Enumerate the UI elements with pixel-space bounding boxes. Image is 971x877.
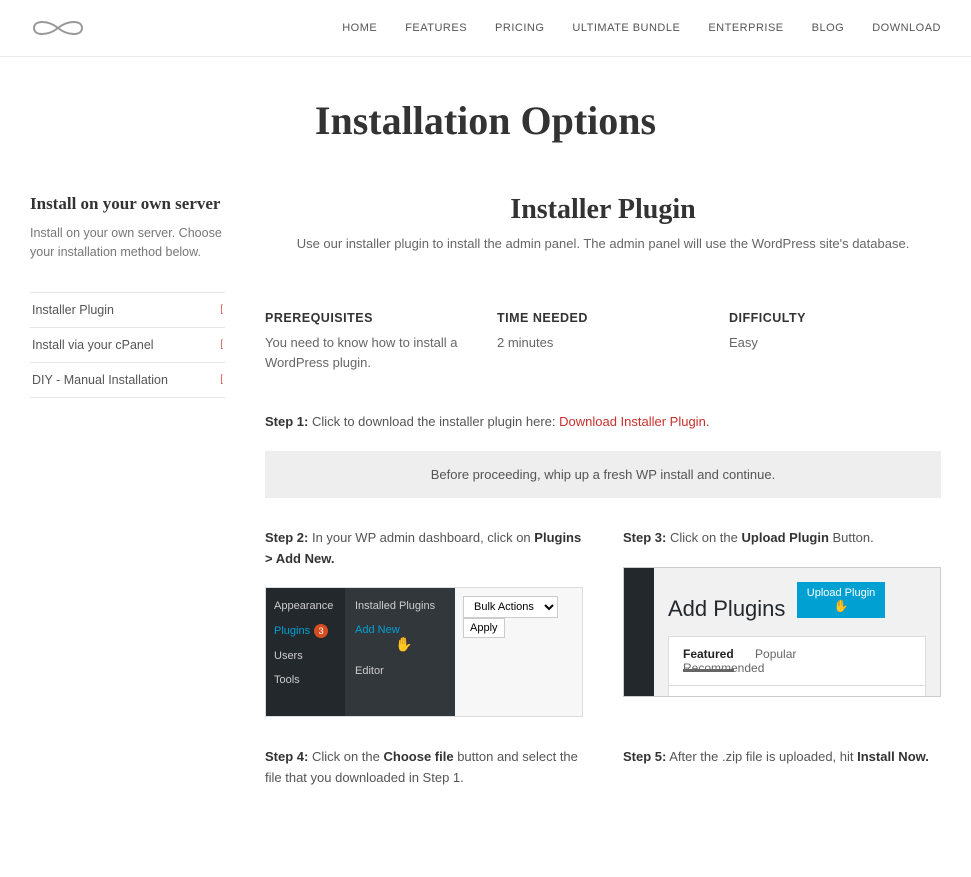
meta-heading: TIME NEEDED (497, 311, 709, 325)
chevron-right-icon: [ (220, 339, 223, 350)
sidebar-heading: Install on your own server (30, 194, 225, 214)
wp-flyout-installed: Installed Plugins (345, 594, 455, 618)
step-text: Button. (829, 530, 874, 545)
wp-admin-sidebar: Appearance Plugins3 Users Tools (266, 588, 346, 716)
step-text: Click on the (308, 749, 383, 764)
wp-admin-sidebar-collapsed (624, 568, 654, 696)
step-2: Step 2: In your WP admin dashboard, clic… (265, 528, 583, 570)
sidebar-item-label: DIY - Manual Installation (32, 373, 168, 387)
nav-features[interactable]: FEATURES (405, 22, 467, 34)
step-5: Step 5: After the .zip file is uploaded,… (623, 747, 941, 768)
meta-row: PREREQUISITES You need to know how to in… (265, 311, 941, 372)
sidebar-item-installer-plugin[interactable]: Installer Plugin [ (30, 293, 225, 328)
sidebar-list: Installer Plugin [ Install via your cPan… (30, 292, 225, 398)
step-bold: Upload Plugin (742, 530, 829, 545)
meta-heading: PREREQUISITES (265, 311, 477, 325)
step-1: Step 1: Click to download the installer … (265, 412, 941, 433)
add-plugins-heading: Add Plugins (668, 596, 785, 622)
nav-blog[interactable]: BLOG (812, 22, 845, 34)
step-label: Step 1: (265, 414, 308, 429)
top-bar: HOME FEATURES PRICING ULTIMATE BUNDLE EN… (0, 0, 971, 57)
step-label: Step 3: (623, 530, 666, 545)
step-label: Step 2: (265, 530, 308, 545)
section-title: Installer Plugin (265, 194, 941, 226)
chevron-right-icon: [ (220, 304, 223, 315)
sidebar-item-cpanel[interactable]: Install via your cPanel [ (30, 328, 225, 363)
download-installer-link[interactable]: Download Installer Plugin (559, 414, 706, 429)
upload-plugin-button: Upload Plugin✋ (797, 582, 886, 618)
nav-ultimate-bundle[interactable]: ULTIMATE BUNDLE (572, 22, 680, 34)
nav-home[interactable]: HOME (342, 22, 377, 34)
cursor-icon: ✋ (395, 636, 412, 652)
meta-difficulty: DIFFICULTY Easy (729, 311, 941, 372)
section-subtitle: Use our installer plugin to install the … (265, 236, 941, 251)
tab-popular: Popular (755, 647, 796, 661)
plugin-tabs: Featured Popular Recommended (668, 636, 926, 686)
nav-pricing[interactable]: PRICING (495, 22, 544, 34)
wp-flyout-addnew: Add New✋ (345, 618, 455, 659)
meta-value: Easy (729, 333, 941, 353)
logo[interactable] (24, 14, 92, 42)
sidebar-item-label: Installer Plugin (32, 303, 114, 317)
badge-icon: 3 (314, 624, 328, 638)
wp-menu-appearance: Appearance (266, 594, 346, 618)
apply-button: Apply (463, 618, 505, 638)
step-3: Step 3: Click on the Upload Plugin Butto… (623, 528, 941, 549)
step-text: Click on the (666, 530, 741, 545)
plugins-desc: Plugins extend and expand the functional… (668, 686, 926, 697)
meta-heading: DIFFICULTY (729, 311, 941, 325)
wp-flyout-editor: Editor (345, 659, 455, 683)
step-bold: Install Now. (857, 749, 929, 764)
sidebar-item-diy[interactable]: DIY - Manual Installation [ (30, 363, 225, 398)
wp-content-area: Bulk Actions Apply (455, 588, 582, 716)
wp-menu-plugins: Plugins3 (266, 618, 346, 644)
notice-box: Before proceeding, whip up a fresh WP in… (265, 451, 941, 498)
nav-download[interactable]: DOWNLOAD (872, 22, 941, 34)
step-text: After the .zip file is uploaded, hit (666, 749, 857, 764)
bulk-actions-select: Bulk Actions (463, 596, 558, 618)
meta-value: 2 minutes (497, 333, 709, 353)
sidebar-item-label: Install via your cPanel (32, 338, 154, 352)
wp-menu-users: Users (266, 644, 346, 668)
screenshot-plugins-menu: Appearance Plugins3 Users Tools Installe… (265, 587, 583, 717)
meta-value: You need to know how to install a WordPr… (265, 333, 477, 372)
step-label: Step 5: (623, 749, 666, 764)
wp-flyout: Installed Plugins Add New✋ Editor (345, 588, 455, 716)
step-text: Click to download the installer plugin h… (308, 414, 559, 429)
tab-recommended: Recommended (683, 661, 764, 675)
step-label: Step 4: (265, 749, 308, 764)
step-bold: Choose file (384, 749, 454, 764)
meta-prerequisites: PREREQUISITES You need to know how to in… (265, 311, 477, 372)
screenshot-upload-plugin: Add Plugins Upload Plugin✋ Featured Popu… (623, 567, 941, 697)
page-title: Installation Options (0, 97, 971, 144)
meta-time-needed: TIME NEEDED 2 minutes (497, 311, 709, 372)
step-4: Step 4: Click on the Choose file button … (265, 747, 583, 789)
sidebar: Install on your own server Install on yo… (30, 194, 225, 398)
wp-menu-tools: Tools (266, 668, 346, 692)
chevron-right-icon: [ (220, 374, 223, 385)
step-text: In your WP admin dashboard, click on (308, 530, 534, 545)
top-nav: HOME FEATURES PRICING ULTIMATE BUNDLE EN… (342, 22, 941, 34)
nav-enterprise[interactable]: ENTERPRISE (708, 22, 783, 34)
sidebar-intro: Install on your own server. Choose your … (30, 224, 225, 262)
main-content: Installer Plugin Use our installer plugi… (265, 194, 941, 837)
